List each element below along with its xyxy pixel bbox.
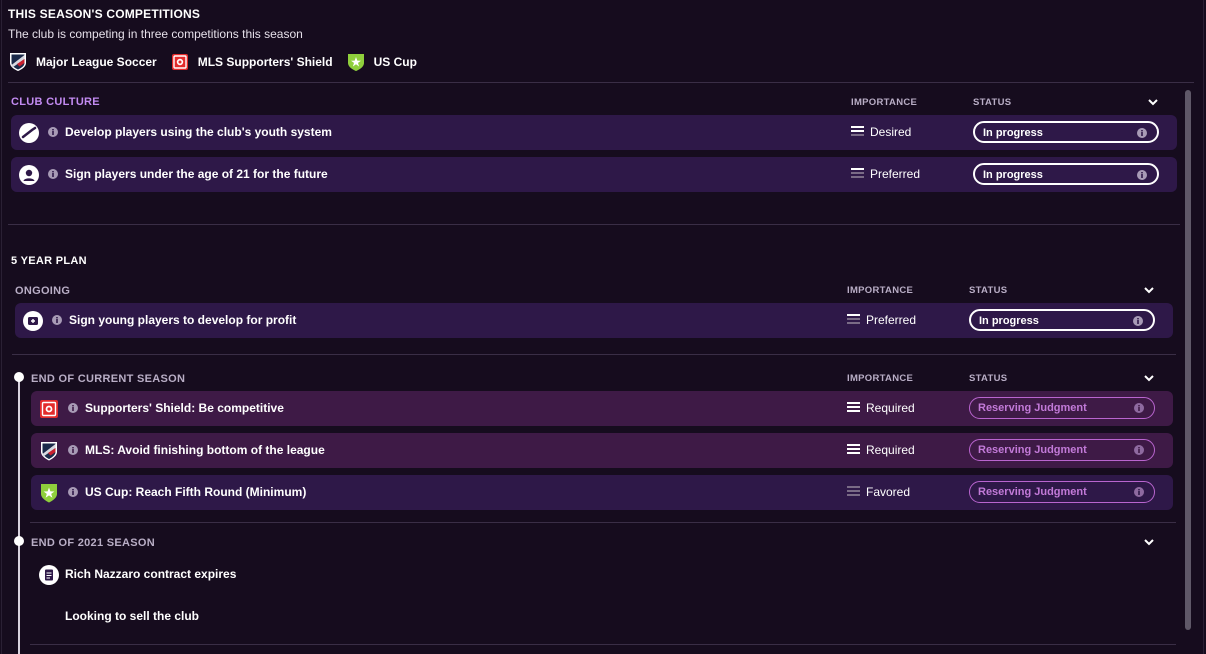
- supporters-shield-icon: [40, 400, 58, 418]
- importance-bars-icon: [847, 444, 860, 456]
- competitions-list: Major League Soccer MLS Supporters' Shie…: [9, 52, 431, 72]
- importance-bars-icon: [851, 168, 864, 180]
- end-2021-season-heading: END OF 2021 SEASON: [31, 537, 155, 549]
- status-badge[interactable]: Reserving Judgment: [969, 481, 1155, 503]
- divider: [30, 644, 1176, 645]
- objective-text: Sign young players to develop for profit: [69, 313, 297, 327]
- competition-name: Major League Soccer: [36, 55, 157, 69]
- end-current-season-heading: END OF CURRENT SEASON: [31, 373, 186, 385]
- competition-name: MLS Supporters' Shield: [197, 55, 333, 69]
- status-badge[interactable]: Reserving Judgment: [969, 439, 1155, 461]
- competitions-subtitle: The club is competing in three competiti…: [8, 27, 303, 41]
- chevron-down-icon[interactable]: [1143, 373, 1155, 383]
- ongoing-row-profit[interactable]: Sign young players to develop for profit…: [15, 303, 1173, 338]
- divider: [8, 224, 1180, 225]
- season-row-supporters-shield[interactable]: Supporters' Shield: Be competitive Requi…: [31, 391, 1173, 426]
- importance-column-header: IMPORTANCE: [851, 97, 918, 108]
- supporters-shield-icon: [171, 54, 188, 70]
- info-icon[interactable]: [1134, 487, 1144, 497]
- objective-text: Supporters' Shield: Be competitive: [85, 401, 284, 415]
- status-column-header: STATUS: [973, 97, 1012, 108]
- us-cup-icon: [41, 484, 57, 503]
- objective-text: Sign players under the age of 21 for the…: [65, 167, 328, 181]
- info-icon[interactable]: [1133, 316, 1143, 326]
- club-vision-panel: THIS SEASON'S COMPETITIONS The club is c…: [0, 0, 1206, 654]
- status-text: In progress: [979, 315, 1039, 327]
- competition-name: US Cup: [373, 55, 417, 69]
- mls-crest-icon: [10, 53, 26, 71]
- info-icon[interactable]: [52, 315, 62, 325]
- status-text: Reserving Judgment: [978, 402, 1087, 414]
- competition-mls[interactable]: Major League Soccer: [9, 52, 157, 72]
- objective-text: MLS: Avoid finishing bottom of the leagu…: [85, 443, 325, 457]
- status-column-header: STATUS: [969, 373, 1008, 384]
- ongoing-heading: ONGOING: [15, 285, 71, 297]
- importance-value: Required: [847, 443, 915, 457]
- mls-crest-icon: [41, 442, 57, 461]
- info-icon[interactable]: [1134, 445, 1144, 455]
- contract-expiry-text: Rich Nazzaro contract expires: [65, 567, 237, 581]
- chevron-down-icon[interactable]: [1147, 97, 1159, 107]
- season-row-mls[interactable]: MLS: Avoid finishing bottom of the leagu…: [31, 433, 1173, 468]
- competitions-title: THIS SEASON'S COMPETITIONS: [8, 7, 201, 21]
- club-culture-row-under21[interactable]: Sign players under the age of 21 for the…: [11, 157, 1177, 192]
- chevron-down-icon[interactable]: [1143, 537, 1155, 547]
- importance-value: Favored: [847, 485, 910, 499]
- divider: [12, 354, 1176, 355]
- importance-value: Preferred: [847, 313, 916, 327]
- status-badge[interactable]: In progress: [973, 163, 1159, 185]
- transfer-profit-icon: [23, 311, 43, 331]
- status-text: In progress: [983, 127, 1043, 139]
- status-badge[interactable]: Reserving Judgment: [969, 397, 1155, 419]
- importance-bars-icon: [847, 402, 860, 414]
- divider: [8, 82, 1194, 83]
- importance-column-header: IMPORTANCE: [847, 285, 914, 296]
- status-badge[interactable]: In progress: [973, 121, 1159, 143]
- info-icon[interactable]: [48, 169, 58, 179]
- vertical-scrollbar[interactable]: [1185, 90, 1191, 630]
- importance-bars-icon: [851, 126, 864, 138]
- sell-club-text: Looking to sell the club: [65, 609, 200, 623]
- importance-value: Required: [847, 401, 915, 415]
- season-row-us-cup[interactable]: US Cup: Reach Fifth Round (Minimum) Favo…: [31, 475, 1173, 510]
- us-cup-icon: [347, 54, 364, 71]
- timeline-dot: [14, 536, 24, 546]
- info-icon[interactable]: [68, 403, 78, 413]
- competition-us-cup[interactable]: US Cup: [347, 52, 417, 72]
- timeline-line: [18, 377, 20, 654]
- timeline-dot: [14, 372, 24, 382]
- competition-supporters-shield[interactable]: MLS Supporters' Shield: [171, 52, 333, 72]
- status-text: In progress: [983, 169, 1043, 181]
- club-culture-heading: CLUB CULTURE: [11, 96, 100, 108]
- importance-value: Preferred: [851, 167, 920, 181]
- objective-text: US Cup: Reach Fifth Round (Minimum): [85, 485, 307, 499]
- club-culture-row-youth[interactable]: Develop players using the club's youth s…: [11, 115, 1177, 150]
- player-silhouette-icon: [19, 165, 39, 185]
- importance-bars-icon: [847, 486, 860, 498]
- divider: [30, 522, 1176, 523]
- info-icon[interactable]: [68, 445, 78, 455]
- contract-icon: [39, 565, 59, 585]
- importance-column-header: IMPORTANCE: [847, 373, 914, 384]
- objective-text: Develop players using the club's youth s…: [65, 125, 332, 139]
- chevron-down-icon[interactable]: [1143, 285, 1155, 295]
- info-icon[interactable]: [68, 487, 78, 497]
- youth-development-icon: [19, 123, 39, 143]
- status-column-header: STATUS: [969, 285, 1008, 296]
- info-icon[interactable]: [1137, 170, 1147, 180]
- contract-event: [39, 565, 59, 585]
- status-text: Reserving Judgment: [978, 486, 1087, 498]
- frame-border-right: [1203, 0, 1204, 654]
- status-text: Reserving Judgment: [978, 444, 1087, 456]
- info-icon[interactable]: [48, 127, 58, 137]
- status-badge[interactable]: In progress: [969, 309, 1155, 331]
- info-icon[interactable]: [1134, 403, 1144, 413]
- frame-border-left: [1, 0, 2, 654]
- five-year-plan-heading: 5 YEAR PLAN: [11, 255, 87, 267]
- importance-bars-icon: [847, 314, 860, 326]
- info-icon[interactable]: [1137, 128, 1147, 138]
- importance-value: Desired: [851, 125, 911, 139]
